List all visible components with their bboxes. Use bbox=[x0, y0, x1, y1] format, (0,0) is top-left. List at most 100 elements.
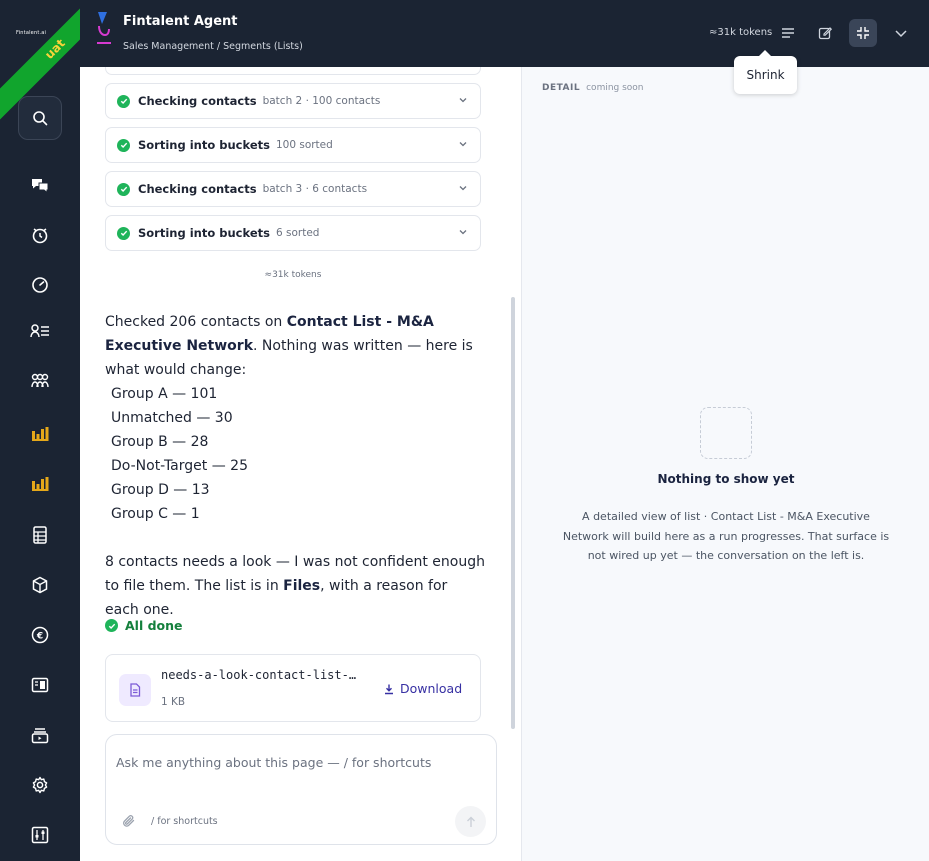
step-label: Sorting into buckets bbox=[138, 226, 270, 240]
chat-composer[interactable]: Ask me anything about this page — / for … bbox=[105, 734, 497, 845]
nav-controls[interactable] bbox=[28, 823, 52, 847]
download-button[interactable]: Download bbox=[383, 681, 462, 696]
step-label: Checking contacts bbox=[138, 94, 257, 108]
group-row: Group C — 1 bbox=[111, 506, 200, 522]
nav-timer[interactable] bbox=[28, 223, 52, 247]
agent-logo-icon bbox=[97, 12, 111, 44]
assistant-message: Checked 206 contacts on Contact List - M… bbox=[105, 310, 485, 622]
collapse-button[interactable] bbox=[887, 19, 915, 47]
bar-chart-icon bbox=[32, 427, 49, 441]
sliders-icon bbox=[31, 826, 49, 844]
step-meta: 6 sorted bbox=[275, 227, 320, 239]
shrink-tooltip: Shrink bbox=[734, 50, 797, 94]
nav-analytics[interactable] bbox=[28, 422, 52, 446]
step-label: Sorting into buckets bbox=[138, 138, 270, 152]
files-link[interactable]: Files bbox=[283, 578, 320, 594]
detail-header: DETAIL coming soon bbox=[542, 83, 644, 93]
nav-analytics-2[interactable] bbox=[28, 472, 52, 496]
step-meta: batch 3 · 6 contacts bbox=[262, 183, 368, 195]
step-meta: batch 2 · 100 contacts bbox=[262, 95, 381, 107]
detail-heading: DETAIL bbox=[542, 83, 581, 93]
nav-team[interactable] bbox=[28, 369, 52, 393]
new-chat-button[interactable] bbox=[811, 19, 839, 47]
composer-placeholder[interactable]: Ask me anything about this page — / for … bbox=[116, 755, 431, 770]
shrink-icon bbox=[857, 27, 869, 39]
search-icon bbox=[33, 111, 48, 126]
download-label: Download bbox=[400, 681, 463, 696]
group-row: Group A — 101 bbox=[111, 386, 218, 402]
check-circle-icon bbox=[117, 138, 130, 152]
timer-icon bbox=[32, 228, 48, 244]
chevron-down-icon bbox=[459, 142, 467, 147]
left-rail: Fintalent.ai uat € bbox=[0, 0, 80, 861]
empty-state-description: A detailed view of list · Contact List -… bbox=[562, 510, 890, 562]
chevron-down-icon bbox=[459, 230, 467, 235]
status-done: All done bbox=[105, 618, 183, 633]
file-card: needs-a-look-contact-list-… 1 KB Downloa… bbox=[105, 654, 481, 722]
step-card[interactable]: Checking contacts batch 2 · 100 contacts bbox=[105, 83, 481, 119]
dashboard-gauge-icon bbox=[32, 277, 48, 293]
app-title: Fintalent Agent bbox=[123, 14, 238, 29]
step-card[interactable]: Sorting into buckets 100 sorted bbox=[105, 127, 481, 163]
breadcrumb: Sales Management / Segments (Lists) bbox=[123, 41, 303, 52]
done-label: All done bbox=[125, 618, 183, 633]
empty-state-placeholder bbox=[700, 407, 752, 459]
nav-contacts[interactable] bbox=[28, 319, 52, 343]
team-icon bbox=[31, 373, 49, 388]
menu-button[interactable] bbox=[774, 19, 802, 47]
chat-icon bbox=[32, 179, 49, 194]
group-row: Unmatched — 30 bbox=[111, 410, 233, 426]
group-row: Group B — 28 bbox=[111, 434, 209, 450]
shortcut-hint: / for shortcuts bbox=[151, 816, 218, 827]
step-label: Checking contacts bbox=[138, 182, 257, 196]
arrow-up-icon bbox=[466, 816, 475, 827]
chevron-down-icon bbox=[459, 98, 467, 103]
step-card[interactable]: Checking contacts batch 3 · 6 contacts bbox=[105, 171, 481, 207]
file-name: needs-a-look-contact-list-… bbox=[161, 668, 357, 682]
group-row: Group D — 13 bbox=[111, 482, 210, 498]
send-button[interactable] bbox=[455, 806, 486, 837]
step-card-previous[interactable] bbox=[105, 67, 481, 75]
gear-icon bbox=[32, 776, 48, 794]
group-row: Do-Not-Target — 25 bbox=[111, 458, 248, 474]
chevron-down-icon bbox=[895, 30, 907, 38]
spreadsheet-icon bbox=[33, 526, 47, 544]
nav-chat[interactable] bbox=[28, 173, 52, 197]
check-circle-icon bbox=[117, 94, 130, 108]
check-circle-icon bbox=[105, 619, 118, 632]
check-circle-icon bbox=[117, 182, 130, 196]
empty-state-title: Nothing to show yet bbox=[657, 472, 795, 486]
edit-icon bbox=[818, 27, 832, 40]
chat-scrollbar[interactable] bbox=[511, 297, 515, 729]
detail-subheading: coming soon bbox=[586, 83, 644, 93]
menu-lines-icon bbox=[782, 28, 794, 38]
token-note: ≈31k tokens bbox=[264, 270, 322, 280]
euro-icon: € bbox=[31, 626, 49, 644]
package-icon bbox=[32, 576, 48, 594]
shrink-button[interactable] bbox=[849, 19, 877, 47]
chevron-down-icon bbox=[459, 186, 467, 191]
brand-logo: Fintalent.ai bbox=[16, 30, 47, 36]
svg-text:€: € bbox=[36, 632, 43, 642]
search-button[interactable] bbox=[18, 96, 62, 140]
nav-dashboard[interactable] bbox=[28, 273, 52, 297]
nav-spreadsheet[interactable] bbox=[28, 523, 52, 547]
check-circle-icon bbox=[117, 226, 130, 240]
step-meta: 100 sorted bbox=[275, 139, 333, 151]
nav-media[interactable] bbox=[28, 723, 52, 747]
paperclip-icon[interactable] bbox=[122, 814, 136, 828]
message-intro: Checked 206 contacts on Contact List - M… bbox=[105, 314, 473, 378]
contacts-list-icon bbox=[30, 324, 49, 338]
nav-settings[interactable] bbox=[28, 773, 52, 797]
download-icon bbox=[385, 684, 393, 694]
bar-chart-icon-2 bbox=[32, 477, 49, 491]
nav-layout[interactable] bbox=[28, 673, 52, 697]
nav-finance[interactable]: € bbox=[28, 623, 52, 647]
app-header: Fintalent Agent Sales Management / Segme… bbox=[80, 0, 929, 67]
file-size: 1 KB bbox=[161, 696, 186, 708]
step-card[interactable]: Sorting into buckets 6 sorted bbox=[105, 215, 481, 251]
nav-products[interactable] bbox=[28, 573, 52, 597]
file-icon bbox=[119, 674, 151, 706]
detail-panel: DETAIL coming soon Nothing to show yet A … bbox=[521, 67, 929, 861]
media-icon bbox=[31, 728, 49, 744]
